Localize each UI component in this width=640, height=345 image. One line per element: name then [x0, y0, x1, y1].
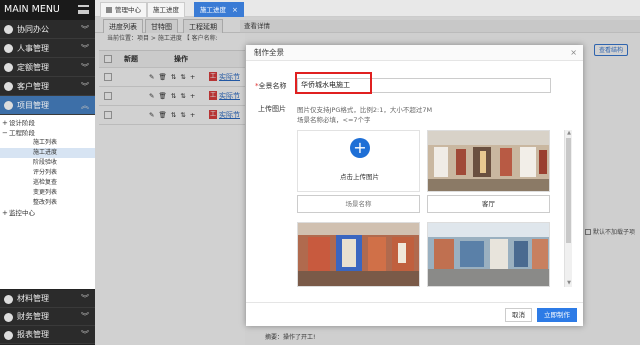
tree-item-design[interactable]: + 设计阶段	[0, 118, 95, 128]
customer-icon	[4, 82, 13, 91]
chevron-down-icon: ︾	[81, 312, 89, 321]
panorama-modal: 制作全景 × *全景名称 华侨城水电施工 上传图片 图片仅支持JPG格式，比例2…	[246, 45, 583, 326]
chevron-down-icon: ︾	[81, 25, 89, 34]
sidebar-item-finance[interactable]: 财务管理 ︾	[0, 308, 95, 326]
tree-leaf-selected[interactable]: 施工进度	[0, 148, 95, 158]
panorama-thumbnail[interactable]	[297, 222, 420, 287]
tab-bar: 管理中心 施工进度 施工进度 ×	[95, 0, 640, 17]
sidebar-item-office[interactable]: 协同办公 ︾	[0, 20, 95, 39]
sidebar-item-project[interactable]: 项目管理 ︽	[0, 96, 95, 115]
tab-progress-active[interactable]: 施工进度 ×	[194, 2, 244, 17]
scene-name-input[interactable]: 场景名称	[297, 195, 420, 213]
tree-leaf[interactable]: 整改列表	[0, 198, 95, 208]
panorama-thumbnail[interactable]	[427, 130, 550, 192]
expand-icon[interactable]: +	[2, 118, 8, 128]
modal-title: 制作全景	[254, 48, 284, 57]
sidebar: MAIN MENU 协同办公 ︾ 人事管理 ︾ 定额管理 ︾ 客户管理 ︾ 项目管理 ︽ …	[0, 0, 95, 345]
tree-leaf[interactable]: 阶段验收	[0, 158, 95, 168]
upload-image-button[interactable]: + 点击上传图片	[297, 130, 420, 192]
chevron-down-icon: ︾	[81, 44, 89, 53]
chevron-down-icon: ︾	[81, 294, 89, 303]
tree-leaf[interactable]: 变更列表	[0, 188, 95, 198]
sidebar-item-quota[interactable]: 定额管理 ︾	[0, 58, 95, 77]
chevron-up-icon: ︽	[81, 101, 89, 110]
quota-icon	[4, 63, 13, 72]
home-icon	[106, 7, 112, 13]
expand-icon[interactable]: +	[2, 208, 8, 218]
tree-item-construction[interactable]: − 工程阶段	[0, 128, 95, 138]
close-icon[interactable]: ×	[232, 6, 238, 14]
user-icon	[4, 44, 13, 53]
sidebar-item-material[interactable]: 材料管理 ︾	[0, 290, 95, 308]
gallery-scrollbar[interactable]: ▲ ▼	[564, 130, 572, 287]
collapse-icon[interactable]: −	[2, 128, 8, 138]
sidebar-item-customer[interactable]: 客户管理 ︾	[0, 77, 95, 96]
sidebar-item-hr[interactable]: 人事管理 ︾	[0, 39, 95, 58]
modal-header: 制作全景 ×	[246, 45, 583, 61]
tab-management-center[interactable]: 管理中心	[100, 2, 147, 17]
upload-label: 上传图片	[258, 105, 286, 113]
material-icon	[4, 295, 13, 304]
report-icon	[4, 331, 13, 340]
chevron-down-icon: ︾	[81, 82, 89, 91]
tree-leaf[interactable]: 巡检复查	[0, 178, 95, 188]
finance-icon	[4, 313, 13, 322]
scene-name-input[interactable]: 客厅	[427, 195, 550, 213]
panorama-thumbnail[interactable]	[427, 222, 550, 287]
tree-leaf[interactable]: 施工列表	[0, 138, 95, 148]
project-tree: + 设计阶段 − 工程阶段 施工列表 施工进度 阶段验收 评分列表 巡检复查 变更列…	[0, 115, 95, 289]
cancel-button[interactable]: 取消	[505, 308, 532, 322]
sidebar-title: MAIN MENU	[0, 0, 95, 20]
name-hint: 场景名称必填，<=7个字	[297, 116, 371, 124]
image-gallery: + 点击上传图片 场景名称 客厅	[297, 130, 574, 287]
plus-icon: +	[350, 138, 370, 158]
scroll-thumb[interactable]	[566, 138, 571, 243]
create-now-button[interactable]: 立即制作	[537, 308, 577, 322]
project-icon	[4, 101, 13, 110]
tab-progress[interactable]: 施工进度	[147, 2, 185, 17]
name-label: *全景名称	[255, 82, 287, 90]
tree-leaf[interactable]: 评分列表	[0, 168, 95, 178]
chevron-down-icon: ︾	[81, 330, 89, 339]
upload-hint: 图片仅支持JPG格式，比例2:1，大小不超过7M	[297, 106, 433, 114]
scroll-down-icon[interactable]: ▼	[565, 280, 573, 287]
modal-footer: 取消 立即制作	[246, 302, 583, 326]
scroll-up-icon[interactable]: ▲	[565, 130, 573, 137]
sidebar-item-report[interactable]: 报表管理 ︾	[0, 326, 95, 344]
close-icon[interactable]: ×	[570, 45, 577, 61]
office-icon	[4, 25, 13, 34]
chevron-down-icon: ︾	[81, 63, 89, 72]
tree-item-supervision[interactable]: + 监控中心	[0, 208, 95, 218]
hamburger-menu-icon[interactable]	[78, 5, 89, 14]
highlight-box	[295, 72, 372, 94]
